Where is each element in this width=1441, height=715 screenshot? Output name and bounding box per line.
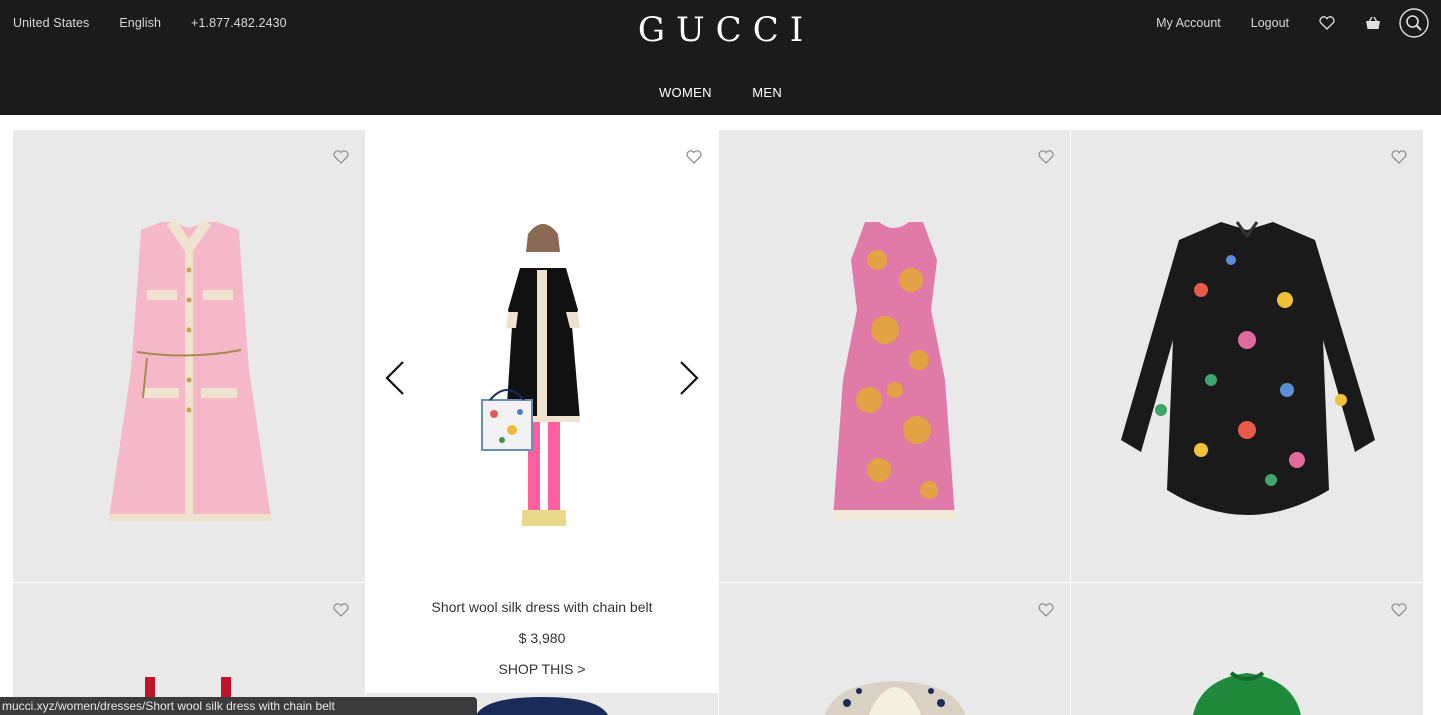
- product-image: [145, 677, 231, 715]
- product-image: [1193, 671, 1301, 715]
- main-nav: WOMEN MEN: [0, 84, 1441, 102]
- featured-product-tile[interactable]: Short wool silk dress with chain belt $ …: [366, 130, 718, 692]
- product-tile[interactable]: [1071, 583, 1423, 715]
- product-tile[interactable]: [719, 130, 1070, 582]
- search-icon[interactable]: [1399, 8, 1429, 38]
- product-image: [833, 222, 955, 520]
- product-tile[interactable]: [1071, 130, 1423, 582]
- shop-this-link[interactable]: SHOP THIS >: [366, 661, 718, 677]
- product-image: [825, 681, 965, 715]
- nav-women[interactable]: WOMEN: [659, 85, 712, 100]
- product-image: [109, 219, 271, 522]
- product-image: [481, 224, 580, 526]
- site-header: United States English +1.877.482.2430 GU…: [0, 0, 1441, 115]
- heart-icon[interactable]: [1319, 16, 1335, 30]
- product-tile[interactable]: [719, 583, 1070, 715]
- utility-links-right: My Account Logout: [1156, 8, 1429, 38]
- product-price: $ 3,980: [518, 630, 566, 646]
- product-name[interactable]: Short wool silk dress with chain belt: [366, 599, 718, 615]
- carousel-next-arrow[interactable]: [678, 360, 700, 401]
- my-account-link[interactable]: My Account: [1156, 16, 1221, 30]
- shopping-bag-icon[interactable]: [1365, 16, 1381, 30]
- product-image: [1121, 221, 1375, 515]
- product-tile[interactable]: [13, 583, 365, 715]
- carousel-prev-arrow[interactable]: [384, 360, 406, 401]
- product-tile[interactable]: [13, 130, 365, 582]
- browser-status-url: mucci.xyz/women/dresses/Short wool silk …: [0, 697, 477, 715]
- logout-link[interactable]: Logout: [1251, 16, 1289, 30]
- nav-men[interactable]: MEN: [752, 85, 782, 100]
